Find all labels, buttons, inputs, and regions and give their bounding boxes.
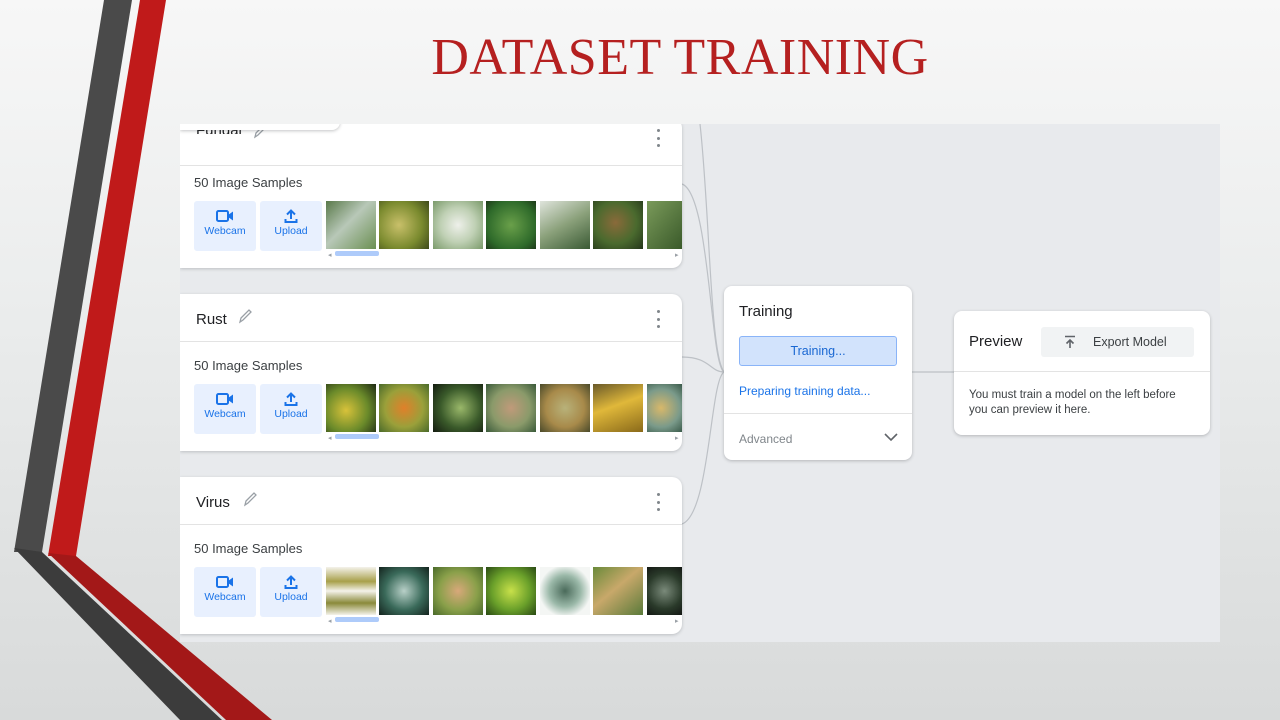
sample-thumbnail[interactable] bbox=[593, 201, 643, 249]
edit-pencil-icon[interactable] bbox=[242, 490, 258, 508]
upload-button[interactable]: Upload bbox=[260, 384, 322, 434]
webcam-icon bbox=[216, 576, 233, 588]
upload-label: Upload bbox=[274, 408, 308, 420]
slide-title: DATASET TRAINING bbox=[431, 29, 929, 86]
divider bbox=[724, 413, 912, 414]
more-options-icon[interactable] bbox=[652, 310, 664, 328]
sample-thumbnail[interactable] bbox=[433, 384, 483, 432]
scroll-right-arrow[interactable]: ▸ bbox=[675, 617, 679, 625]
preview-message: You must train a model on the left befor… bbox=[969, 389, 1176, 416]
class-card-virus: Virus 50 Image Samples Webcam Upload ◂ ▸ bbox=[180, 477, 682, 634]
sample-count: 50 Image Samples bbox=[194, 175, 303, 190]
sample-thumbnail[interactable] bbox=[647, 201, 682, 249]
sample-thumbnail[interactable] bbox=[433, 201, 483, 249]
webcam-button[interactable]: Webcam bbox=[194, 384, 256, 434]
upload-icon bbox=[284, 392, 298, 406]
scroll-left-arrow[interactable]: ◂ bbox=[328, 434, 332, 442]
scroll-right-arrow[interactable]: ▸ bbox=[675, 434, 679, 442]
class-name[interactable]: Virus bbox=[196, 494, 230, 511]
export-model-label: Export Model bbox=[1093, 335, 1167, 349]
advanced-toggle-label[interactable]: Advanced bbox=[739, 432, 792, 446]
sample-thumbnail[interactable] bbox=[540, 201, 590, 249]
training-title: Training bbox=[739, 303, 793, 320]
upload-icon bbox=[284, 209, 298, 223]
sample-thumbnail[interactable] bbox=[486, 384, 536, 432]
sample-thumbnail[interactable] bbox=[486, 567, 536, 615]
webcam-button[interactable]: Webcam bbox=[194, 201, 256, 251]
upload-label: Upload bbox=[274, 225, 308, 237]
sample-count: 50 Image Samples bbox=[194, 358, 303, 373]
more-options-icon[interactable] bbox=[652, 129, 664, 147]
upload-icon bbox=[284, 575, 298, 589]
sample-thumbnail[interactable] bbox=[593, 567, 643, 615]
upload-button[interactable]: Upload bbox=[260, 567, 322, 617]
upload-label: Upload bbox=[274, 591, 308, 603]
sample-thumbnail[interactable] bbox=[540, 567, 590, 615]
scroll-right-arrow[interactable]: ▸ bbox=[675, 251, 679, 259]
webcam-icon bbox=[216, 210, 233, 222]
preview-card: Preview Export Model You must train a mo… bbox=[954, 311, 1210, 435]
sample-thumbnail[interactable] bbox=[647, 567, 682, 615]
chevron-down-icon[interactable] bbox=[884, 432, 898, 442]
sample-thumbnail[interactable] bbox=[326, 201, 376, 249]
webcam-label: Webcam bbox=[204, 408, 246, 420]
scroll-left-arrow[interactable]: ◂ bbox=[328, 251, 332, 259]
scroll-left-arrow[interactable]: ◂ bbox=[328, 617, 332, 625]
class-card-header: Fungal bbox=[180, 124, 682, 166]
scrollbar-thumb[interactable] bbox=[335, 617, 379, 622]
floating-menu-edge bbox=[180, 124, 340, 130]
teachable-machine-screenshot: Fungal 50 Image Samples Webcam Upload ◂ … bbox=[180, 124, 1220, 642]
sample-thumbnail[interactable] bbox=[326, 384, 376, 432]
class-card-rust: Rust 50 Image Samples Webcam Upload ◂ ▸ bbox=[180, 294, 682, 451]
webcam-icon bbox=[216, 393, 233, 405]
sample-thumbnail[interactable] bbox=[486, 201, 536, 249]
sample-count: 50 Image Samples bbox=[194, 541, 303, 556]
preview-title: Preview bbox=[969, 333, 1023, 350]
webcam-button[interactable]: Webcam bbox=[194, 567, 256, 617]
scrollbar-thumb[interactable] bbox=[335, 434, 379, 439]
export-model-button[interactable]: Export Model bbox=[1041, 327, 1194, 357]
webcam-label: Webcam bbox=[204, 225, 246, 237]
class-name[interactable]: Rust bbox=[196, 311, 227, 328]
upload-button[interactable]: Upload bbox=[260, 201, 322, 251]
webcam-label: Webcam bbox=[204, 591, 246, 603]
export-icon bbox=[1065, 335, 1075, 348]
sample-thumbnail[interactable] bbox=[379, 201, 429, 249]
sample-thumbnail[interactable] bbox=[326, 567, 376, 615]
sample-thumbnail[interactable] bbox=[593, 384, 643, 432]
class-card-fungal: Fungal 50 Image Samples Webcam Upload ◂ … bbox=[180, 124, 682, 268]
more-options-icon[interactable] bbox=[652, 493, 664, 511]
training-card: Training Training... Preparing training … bbox=[724, 286, 912, 460]
sample-thumbnail[interactable] bbox=[379, 567, 429, 615]
divider bbox=[954, 371, 1210, 372]
sample-thumbnail[interactable] bbox=[379, 384, 429, 432]
class-card-header: Virus bbox=[180, 477, 682, 525]
scrollbar-thumb[interactable] bbox=[335, 251, 379, 256]
sample-thumbnail[interactable] bbox=[647, 384, 682, 432]
sample-thumbnail[interactable] bbox=[540, 384, 590, 432]
edit-pencil-icon[interactable] bbox=[237, 307, 253, 325]
class-card-header: Rust bbox=[180, 294, 682, 342]
sample-thumbnail[interactable] bbox=[433, 567, 483, 615]
train-model-button[interactable]: Training... bbox=[739, 336, 897, 366]
training-status: Preparing training data... bbox=[739, 384, 871, 398]
